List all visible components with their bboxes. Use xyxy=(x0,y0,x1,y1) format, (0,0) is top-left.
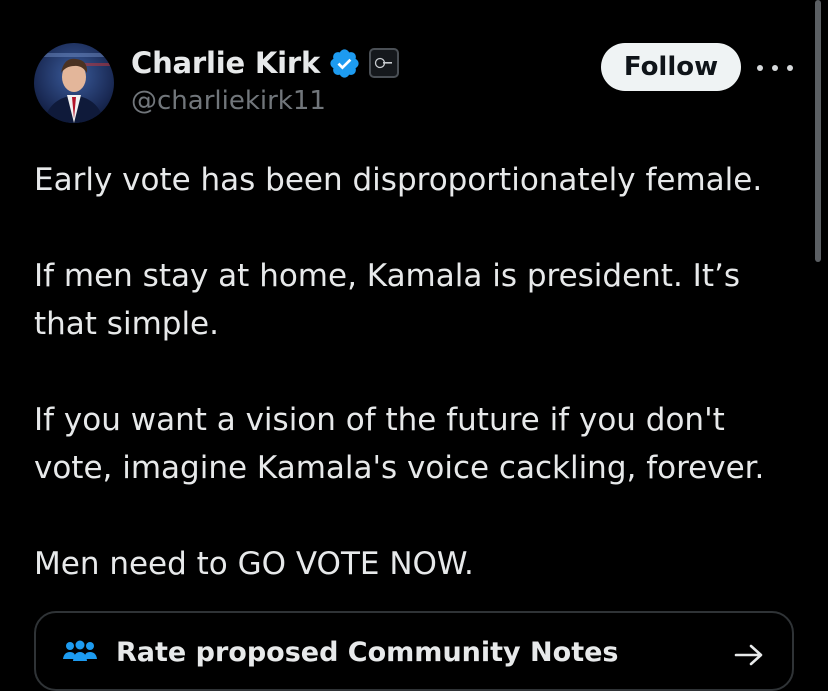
tweet-paragraph: Men need to GO VOTE NOW. xyxy=(34,546,474,582)
tweet-paragraph: If you want a vision of the future if yo… xyxy=(34,402,765,486)
author-name-row: Charlie Kirk xyxy=(131,44,400,82)
more-options-dot xyxy=(787,65,793,71)
affiliate-badge-icon[interactable] xyxy=(369,48,400,78)
community-notes-label: Rate proposed Community Notes xyxy=(116,637,619,668)
verified-badge-icon[interactable] xyxy=(328,47,361,80)
author-display-name[interactable]: Charlie Kirk xyxy=(131,46,320,80)
author-handle[interactable]: @charliekirk11 xyxy=(131,86,326,116)
more-options-dot xyxy=(757,65,763,71)
follow-button[interactable]: Follow xyxy=(601,43,741,91)
tweet-paragraph: Early vote has been disproportionately f… xyxy=(34,162,763,198)
scrollbar[interactable] xyxy=(815,0,821,262)
arrow-right-icon xyxy=(734,643,764,667)
tweet-paragraph: If men stay at home, Kamala is president… xyxy=(34,258,740,342)
author-avatar[interactable] xyxy=(34,43,114,123)
community-notes-card[interactable]: Rate proposed Community Notes xyxy=(34,611,794,691)
tweet-text: Early vote has been disproportionately f… xyxy=(34,156,794,588)
people-icon xyxy=(62,639,98,667)
more-options-dot xyxy=(772,65,778,71)
more-options-icon[interactable] xyxy=(757,58,793,78)
